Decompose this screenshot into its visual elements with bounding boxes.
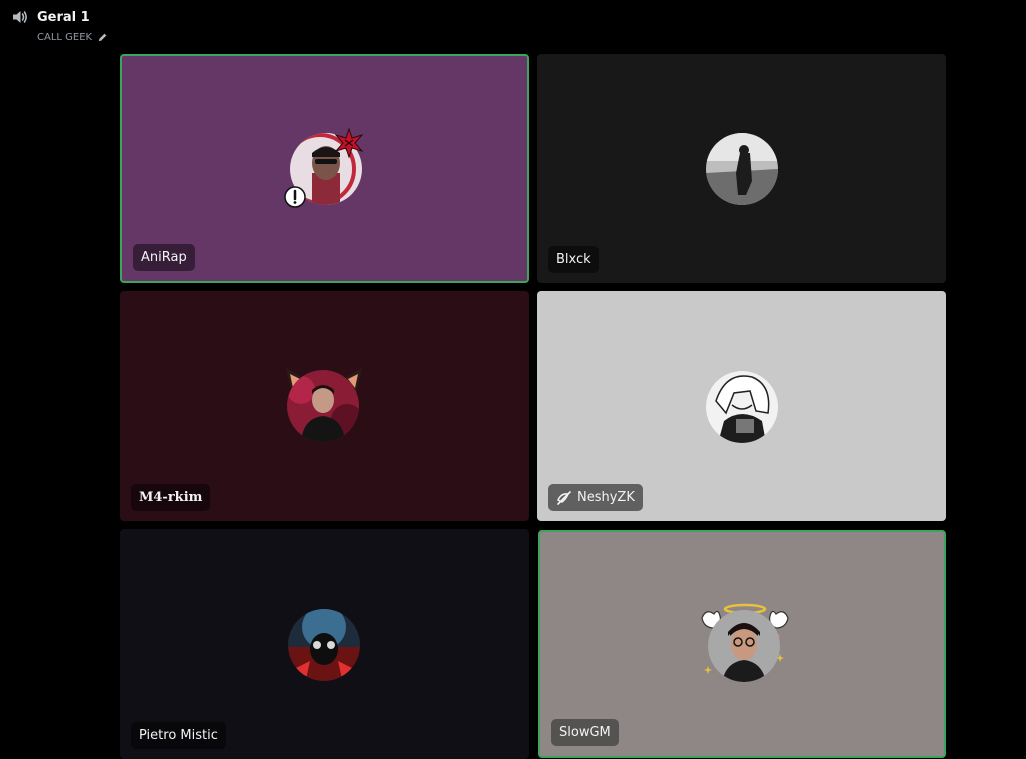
participant-name-text: M4-rkim — [139, 490, 203, 505]
participant-name: M4-rkim — [131, 484, 211, 511]
participant-tile[interactable]: M4-rkim — [120, 291, 529, 521]
speaker-icon — [11, 8, 29, 26]
participant-tile[interactable]: Pietro Mistic — [120, 529, 529, 759]
alert-badge-icon — [284, 186, 306, 208]
participant-name-text: Pietro Mistic — [139, 728, 218, 743]
participant-name: NeshyZK — [548, 484, 643, 511]
channel-title-row[interactable]: Geral 1 — [11, 8, 90, 26]
participant-tile[interactable]: AniRap — [120, 54, 529, 283]
participant-name-text: NeshyZK — [577, 490, 635, 505]
anger-emote-icon — [334, 127, 364, 159]
avatar — [288, 609, 360, 681]
channel-header: Geral 1 CALL GEEK — [0, 0, 1026, 52]
avatar — [708, 610, 780, 682]
participant-name-text: AniRap — [141, 250, 187, 265]
avatar — [706, 133, 778, 205]
participant-name: Pietro Mistic — [131, 722, 226, 749]
channel-subtitle-row: CALL GEEK — [37, 32, 108, 43]
avatar — [287, 370, 359, 442]
participant-name: SlowGM — [551, 719, 619, 746]
stream-off-icon — [556, 490, 572, 506]
avatar — [706, 371, 778, 443]
participant-tile[interactable]: SlowGM — [538, 530, 946, 758]
participant-tile[interactable]: Blxck — [537, 54, 946, 283]
channel-name: Geral 1 — [37, 9, 90, 25]
participant-name: AniRap — [133, 244, 195, 271]
participant-tile[interactable]: NeshyZK — [537, 291, 946, 521]
channel-subtitle: CALL GEEK — [37, 32, 93, 43]
participant-name: Blxck — [548, 246, 599, 273]
participant-name-text: Blxck — [556, 252, 591, 267]
participant-name-text: SlowGM — [559, 725, 611, 740]
pencil-icon[interactable] — [97, 32, 108, 43]
